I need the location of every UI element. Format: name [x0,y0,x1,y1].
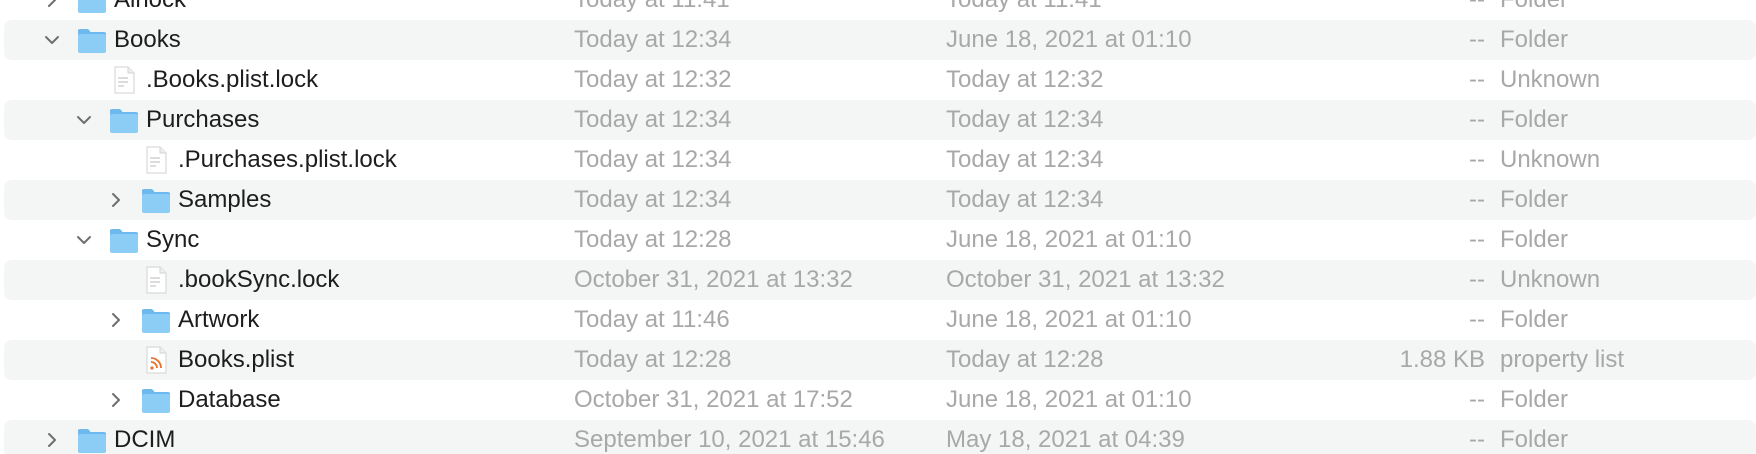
date-created: September 10, 2021 at 15:46 [574,426,885,453]
date-created: October 31, 2021 at 13:32 [574,266,853,293]
file-name: DCIM [114,426,176,453]
file-row-database[interactable]: Database October 31, 2021 at 17:52 June 18… [0,380,1756,420]
file-row-dot-booksync-lock[interactable]: .bookSync.lock October 31, 2021 at 13:32 O… [0,260,1756,300]
file-size: -- [1469,306,1485,333]
date-modified: Today at 12:34 [946,106,1104,133]
file-kind: Folder [1500,386,1569,413]
chevron-down-icon[interactable] [74,230,94,250]
date-modified: May 18, 2021 at 04:39 [946,426,1185,453]
date-modified: Today at 12:34 [946,146,1104,173]
date-created: Today at 12:28 [574,346,732,373]
chevron-down-icon[interactable] [74,110,94,130]
date-created: Today at 11:46 [574,306,730,333]
file-row-artwork[interactable]: Artwork Today at 11:46 June 18, 2021 at 01… [0,300,1756,340]
file-kind: Folder [1500,0,1568,20]
date-modified: June 18, 2021 at 01:10 [946,386,1192,413]
property-list-icon [140,344,172,376]
file-size: -- [1469,226,1485,253]
date-modified: Today at 12:34 [946,186,1104,213]
file-name: Sync [146,226,200,253]
date-modified: June 18, 2021 at 01:10 [946,306,1192,333]
file-name: .bookSync.lock [178,266,340,293]
date-modified: June 18, 2021 at 01:10 [946,26,1192,53]
date-created: Today at 12:32 [574,66,732,93]
date-modified: Today at 12:28 [946,346,1104,373]
file-size: -- [1469,106,1485,133]
file-kind: Folder [1500,426,1569,453]
folder-icon [140,184,172,216]
folder-icon [140,304,172,336]
folder-icon [140,384,172,416]
folder-icon [108,224,140,256]
file-row-dot-purchases-plist-lock[interactable]: .Purchases.plist.lock Today at 12:34 Today… [0,140,1756,180]
file-kind: Unknown [1500,146,1601,173]
file-name: Purchases [146,106,260,133]
date-created: Today at 12:34 [574,146,732,173]
file-size: 1.88 KB [1399,346,1485,373]
file-row-purchases[interactable]: Purchases Today at 12:34 Today at 12:34 -- F… [0,100,1756,140]
file-row-dcim[interactable]: DCIM September 10, 2021 at 15:46 May 18, 2… [0,420,1756,454]
date-created: Today at 12:28 [574,226,732,253]
date-modified: Today at 12:32 [946,66,1104,93]
file-kind: property list [1500,346,1625,373]
chevron-right-icon[interactable] [106,390,126,410]
chevron-right-icon[interactable] [106,310,126,330]
file-kind: Unknown [1500,266,1601,293]
date-created: Today at 11:41 [574,0,730,20]
document-icon [108,64,140,96]
chevron-right-icon[interactable] [42,0,62,10]
file-list: Airlock Today at 11:41 Today at 11:41 -- Fol… [0,0,1756,454]
file-size: -- [1469,266,1485,293]
file-kind: Folder [1500,106,1569,133]
file-kind: Unknown [1500,66,1601,93]
file-name: .Books.plist.lock [146,66,319,93]
file-name: Books.plist [178,346,295,373]
file-name: Artwork [178,306,260,333]
file-size: -- [1469,426,1485,453]
file-size: -- [1469,26,1485,53]
file-row-books[interactable]: Books Today at 12:34 June 18, 2021 at 01:1… [0,20,1756,60]
date-created: Today at 12:34 [574,106,732,133]
document-icon [140,264,172,296]
document-icon [140,144,172,176]
file-size: -- [1469,146,1485,173]
date-modified: October 31, 2021 at 13:32 [946,266,1225,293]
file-name: Books [114,26,181,53]
folder-icon [108,104,140,136]
date-created: October 31, 2021 at 17:52 [574,386,853,413]
date-created: Today at 12:34 [574,26,732,53]
folder-icon [76,0,108,16]
file-row-dot-books-plist-lock[interactable]: .Books.plist.lock Today at 12:32 Today at … [0,60,1756,100]
folder-icon [76,424,108,454]
file-name: Database [178,386,281,413]
file-row-sync[interactable]: Sync Today at 12:28 June 18, 2021 at 01:10… [0,220,1756,260]
chevron-down-icon[interactable] [42,30,62,50]
file-size: -- [1469,186,1485,213]
date-modified: June 18, 2021 at 01:10 [946,226,1192,253]
chevron-right-icon[interactable] [106,190,126,210]
date-modified: Today at 11:41 [946,0,1102,20]
file-name: .Purchases.plist.lock [178,146,397,173]
file-name: Airlock [114,0,186,20]
file-size: -- [1469,0,1485,20]
file-kind: Folder [1500,306,1569,333]
file-kind: Folder [1500,226,1569,253]
file-row-books-plist[interactable]: Books.plist Today at 12:28 Today at 12:28 1… [0,340,1756,380]
file-size: -- [1469,66,1485,93]
date-created: Today at 12:34 [574,186,732,213]
file-row-airlock[interactable]: Airlock Today at 11:41 Today at 11:41 -- Fol… [0,0,1756,20]
file-name: Samples [178,186,272,213]
file-kind: Folder [1500,26,1569,53]
folder-icon [76,24,108,56]
file-row-samples[interactable]: Samples Today at 12:34 Today at 12:34 -- Fol… [0,180,1756,220]
file-kind: Folder [1500,186,1569,213]
file-size: -- [1469,386,1485,413]
chevron-right-icon[interactable] [42,430,62,450]
